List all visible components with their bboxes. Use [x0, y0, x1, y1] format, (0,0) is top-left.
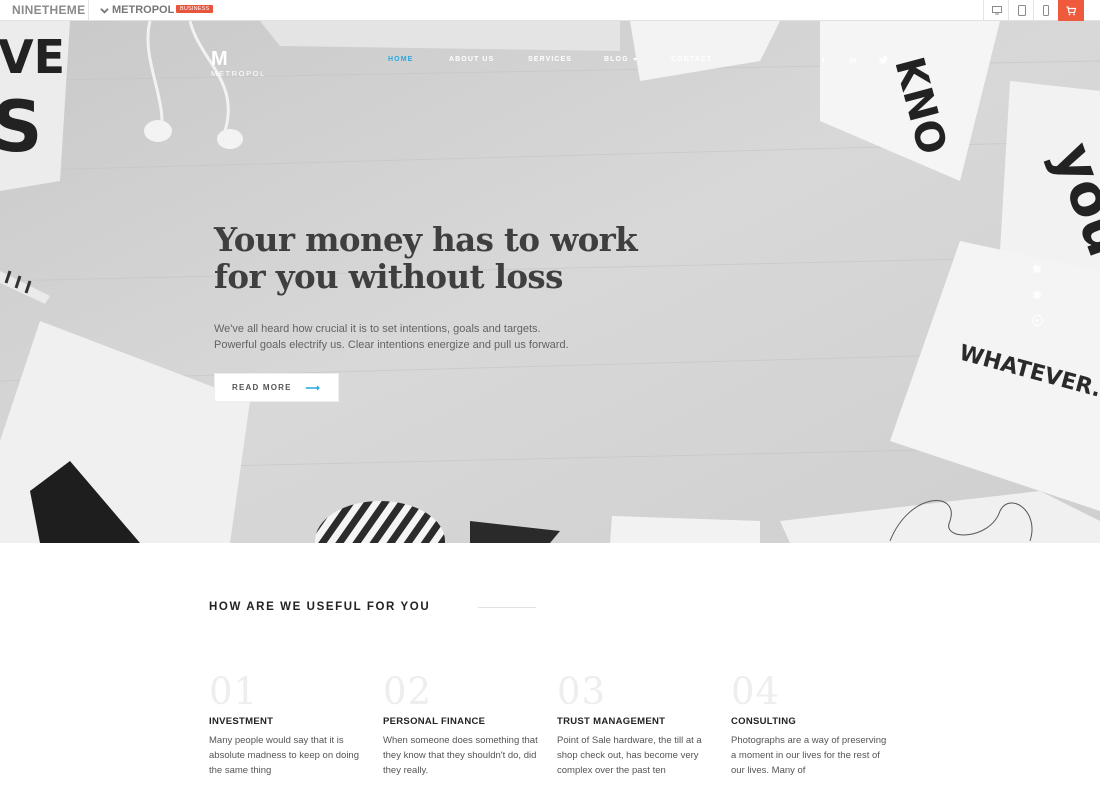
hero-subtitle: We've all heard how crucial it is to set… — [214, 321, 634, 353]
nav-item-services[interactable]: SERVICES — [528, 56, 572, 63]
section-title-divider — [478, 607, 536, 608]
service-item-personal-finance: 02 PERSONAL FINANCE When someone does so… — [383, 670, 543, 778]
cart-icon — [1066, 5, 1076, 15]
desktop-view-button[interactable] — [983, 0, 1009, 21]
nav-item-contact[interactable]: CONTACT — [671, 56, 712, 63]
twitter-icon[interactable] — [879, 55, 888, 66]
service-description: Point of Sale hardware, the till at a sh… — [557, 735, 702, 776]
facebook-icon[interactable]: f — [822, 56, 825, 65]
theme-selector[interactable]: METROPOL — [100, 4, 174, 16]
hero-title: Your money has to work for you without l… — [214, 221, 654, 295]
service-description: Photographs are a way of preserving a mo… — [731, 735, 887, 776]
read-more-button[interactable]: READ MORE ⟶ — [214, 373, 339, 402]
service-number: 02 — [383, 670, 433, 713]
hero-title-line-1: Your money has to work — [214, 220, 638, 259]
service-description: Many people would say that it is absolut… — [209, 735, 359, 776]
nav-item-about[interactable]: ABOUT US — [449, 56, 494, 63]
slider-dot-3[interactable] — [1031, 315, 1043, 326]
tablet-icon — [1017, 5, 1026, 16]
svg-text:S: S — [0, 86, 42, 168]
service-title[interactable]: CONSULTING — [731, 716, 891, 727]
mobile-icon — [1043, 5, 1049, 16]
read-more-label: READ MORE — [232, 383, 292, 392]
logo-mark: M — [211, 48, 228, 70]
chevron-down-icon — [100, 7, 109, 14]
service-number: 01 — [209, 670, 259, 713]
theme-name: METROPOL — [112, 4, 175, 16]
linkedin-icon[interactable]: in — [849, 56, 856, 65]
service-description: When someone does something that they kn… — [383, 735, 538, 776]
service-number: 04 — [731, 670, 781, 713]
hero-title-line-2: for you without loss — [214, 257, 563, 296]
service-item-investment: 01 INVESTMENT Many people would say that… — [209, 670, 369, 778]
arrow-right-icon: ⟶ — [305, 383, 321, 394]
caret-down-icon — [632, 57, 637, 61]
preview-topbar: NINETHEME METROPOL BUSINESS — [0, 0, 1100, 21]
service-item-consulting: 04 CONSULTING Photographs are a way of p… — [731, 670, 891, 778]
hero-subtitle-line-2: Powerful goals electrify us. Clear inten… — [214, 339, 569, 351]
desktop-icon — [991, 6, 1002, 15]
svg-text:VE: VE — [0, 30, 65, 84]
service-item-trust-management: 03 TRUST MANAGEMENT Point of Sale hardwa… — [557, 670, 717, 778]
slider-dot-1[interactable] — [1033, 265, 1041, 273]
service-title[interactable]: INVESTMENT — [209, 716, 369, 727]
cart-button[interactable] — [1058, 0, 1084, 21]
service-title[interactable]: PERSONAL FINANCE — [383, 716, 543, 727]
site-logo[interactable]: M METROPOL — [211, 48, 266, 78]
service-title[interactable]: TRUST MANAGEMENT — [557, 716, 717, 727]
tablet-view-button[interactable] — [1008, 0, 1034, 21]
logo-text: METROPOL — [211, 69, 266, 78]
service-number: 03 — [557, 670, 607, 713]
business-badge: BUSINESS — [176, 5, 214, 13]
hero-section: VE S KNO you WHATEVER. FU M — [0, 21, 1100, 543]
mobile-view-button[interactable] — [1033, 0, 1059, 21]
nav-item-blog-label: BLOG — [604, 56, 629, 63]
slider-dot-2[interactable] — [1033, 291, 1041, 299]
brand-name[interactable]: NINETHEME — [12, 3, 85, 17]
services-section-title: HOW ARE WE USEFUL FOR YOU — [209, 601, 431, 613]
topbar-divider — [88, 0, 89, 21]
hero-subtitle-line-1: We've all heard how crucial it is to set… — [214, 323, 541, 335]
nav-item-home[interactable]: HOME — [388, 56, 413, 63]
nav-item-blog[interactable]: BLOG — [604, 56, 637, 63]
